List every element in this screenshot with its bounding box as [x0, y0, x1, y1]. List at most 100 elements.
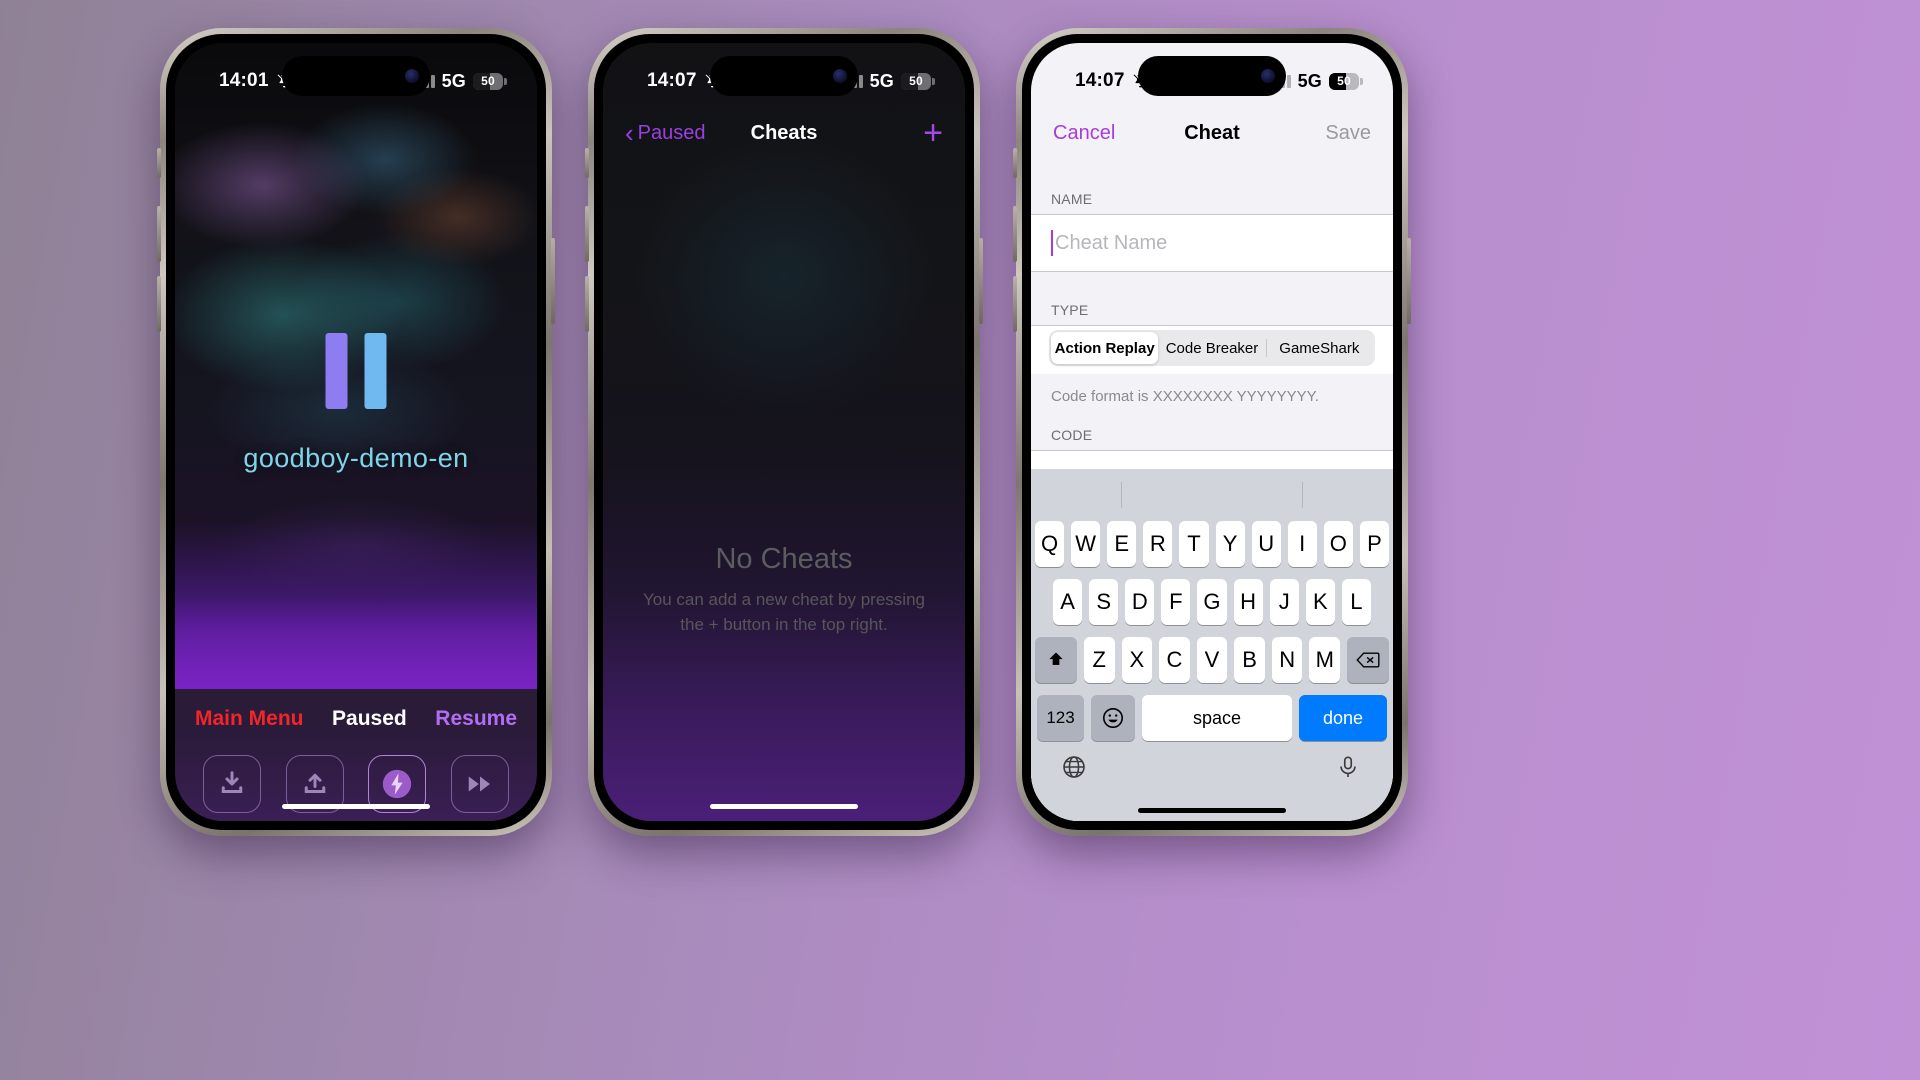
done-key[interactable]: done [1299, 695, 1387, 741]
game-title: goodboy-demo-en [243, 443, 469, 473]
chevron-left-icon: ‹ [625, 118, 634, 148]
power-button[interactable] [551, 238, 555, 324]
cheat-name-placeholder: Cheat Name [1055, 231, 1168, 254]
pause-toolbar: Main Menu Paused Resume [175, 689, 537, 731]
key-w[interactable]: W [1071, 521, 1101, 567]
mute-switch[interactable] [585, 148, 589, 178]
key-i[interactable]: I [1287, 521, 1317, 567]
battery-percent: 50 [1337, 73, 1351, 88]
keyboard-row-3: Z X C V B N M [1031, 637, 1393, 683]
back-button[interactable]: ‹ Paused [625, 120, 706, 146]
dynamic-island [282, 56, 430, 96]
mute-switch[interactable] [157, 148, 161, 178]
key-y[interactable]: Y [1215, 521, 1245, 567]
key-z[interactable]: Z [1083, 637, 1115, 683]
text-caret [1051, 230, 1053, 256]
key-r[interactable]: R [1143, 521, 1173, 567]
home-indicator[interactable] [282, 804, 430, 809]
segment-code-breaker[interactable]: Code Breaker [1158, 332, 1265, 364]
empty-state-title: No Cheats [715, 543, 853, 575]
battery-indicator: 50 [473, 72, 507, 90]
key-q[interactable]: Q [1035, 521, 1065, 567]
load-state-button[interactable]: Load State [274, 755, 357, 821]
mute-switch[interactable] [1013, 148, 1017, 178]
numbers-key[interactable]: 123 [1037, 695, 1084, 741]
shift-key[interactable] [1034, 637, 1077, 683]
pause-panel: Main Menu Paused Resume Save State [175, 689, 537, 821]
fast-forward-tile [450, 755, 509, 813]
prediction-bar [1031, 469, 1393, 521]
space-key[interactable]: space [1142, 695, 1292, 741]
battery-percent: 50 [909, 73, 923, 88]
name-row: Cheat Name [1031, 214, 1393, 272]
network-type-label: 5G [869, 70, 894, 91]
empty-state: No Cheats You can add a new cheat by pre… [603, 543, 965, 637]
navigation-bar: ‹ Paused Cheats + [603, 105, 965, 161]
key-f[interactable]: F [1161, 579, 1191, 625]
key-x[interactable]: X [1121, 637, 1153, 683]
keyboard-footer [1031, 741, 1393, 795]
phone-cheats-list: 14:07 5G 50 ‹ Paused Cheats + No Cheats … [585, 28, 983, 836]
volume-down-button[interactable] [157, 276, 161, 332]
shift-up-icon [1049, 652, 1063, 665]
cheat-codes-button[interactable]: Cheat Codes [356, 755, 439, 821]
battery-indicator: 50 [1329, 72, 1363, 90]
key-h[interactable]: H [1233, 579, 1263, 625]
resume-button[interactable]: Resume [435, 707, 517, 731]
home-indicator[interactable] [1138, 808, 1286, 813]
battery-indicator: 50 [901, 72, 935, 90]
fast-forward-button[interactable]: Fast Forward [439, 755, 522, 821]
add-cheat-button[interactable]: + [923, 116, 943, 150]
status-time: 14:01 [219, 70, 269, 91]
back-button-label: Paused [637, 121, 706, 144]
key-g[interactable]: G [1197, 579, 1227, 625]
key-b[interactable]: B [1234, 637, 1265, 683]
code-format-hint: Code format is XXXXXXXX YYYYYYYY. [1051, 388, 1319, 405]
power-button[interactable] [1407, 238, 1411, 324]
battery-tip [932, 77, 935, 85]
screen-cheat-editor: 14:07 5G 50 Cancel Cheat Save NAME Cheat… [1031, 43, 1393, 821]
globe-icon[interactable] [1061, 754, 1089, 782]
segment-gameshark[interactable]: GameShark [1265, 332, 1373, 364]
backspace-key[interactable] [1347, 637, 1390, 683]
key-t[interactable]: T [1179, 521, 1209, 567]
key-s[interactable]: S [1089, 579, 1119, 625]
key-d[interactable]: D [1125, 579, 1155, 625]
keyboard-row-1: Q W E R T Y U I O P [1031, 521, 1393, 567]
volume-down-button[interactable] [585, 276, 589, 332]
key-c[interactable]: C [1159, 637, 1190, 683]
type-segmented-control[interactable]: Action Replay Code Breaker GameShark [1049, 330, 1375, 366]
dynamic-island [710, 56, 858, 96]
volume-up-button[interactable] [585, 206, 589, 262]
screen-pause-menu: 14:01 5G 50 goodboy-demo-en Main Menu Pa… [175, 43, 537, 821]
save-button[interactable]: Save [1325, 122, 1371, 145]
main-menu-button[interactable]: Main Menu [195, 707, 304, 731]
key-u[interactable]: U [1251, 521, 1281, 567]
key-n[interactable]: N [1271, 637, 1303, 683]
key-k[interactable]: K [1305, 579, 1335, 625]
cheat-name-input[interactable]: Cheat Name [1031, 215, 1393, 271]
volume-up-button[interactable] [157, 206, 161, 262]
key-o[interactable]: O [1323, 521, 1353, 567]
network-type-label: 5G [441, 70, 466, 91]
key-a[interactable]: A [1053, 579, 1083, 625]
save-state-button[interactable]: Save State [191, 755, 274, 821]
type-segmented-wrapper: Action Replay Code Breaker GameShark [1031, 325, 1393, 374]
volume-down-button[interactable] [1013, 276, 1017, 332]
power-button[interactable] [979, 238, 983, 324]
key-v[interactable]: V [1196, 637, 1228, 683]
volume-up-button[interactable] [1013, 206, 1017, 262]
key-l[interactable]: L [1341, 579, 1371, 625]
key-p[interactable]: P [1359, 521, 1389, 567]
prediction-divider [1302, 482, 1303, 508]
key-e[interactable]: E [1107, 521, 1137, 567]
emoji-key[interactable] [1091, 695, 1135, 741]
prediction-divider [1121, 482, 1122, 508]
home-indicator[interactable] [710, 804, 858, 809]
name-section-header: NAME [1051, 191, 1093, 207]
key-j[interactable]: J [1269, 579, 1299, 625]
microphone-icon[interactable] [1335, 754, 1363, 782]
segment-action-replay[interactable]: Action Replay [1051, 332, 1159, 364]
key-m[interactable]: M [1309, 637, 1341, 683]
bolt-circle-icon [383, 769, 412, 799]
